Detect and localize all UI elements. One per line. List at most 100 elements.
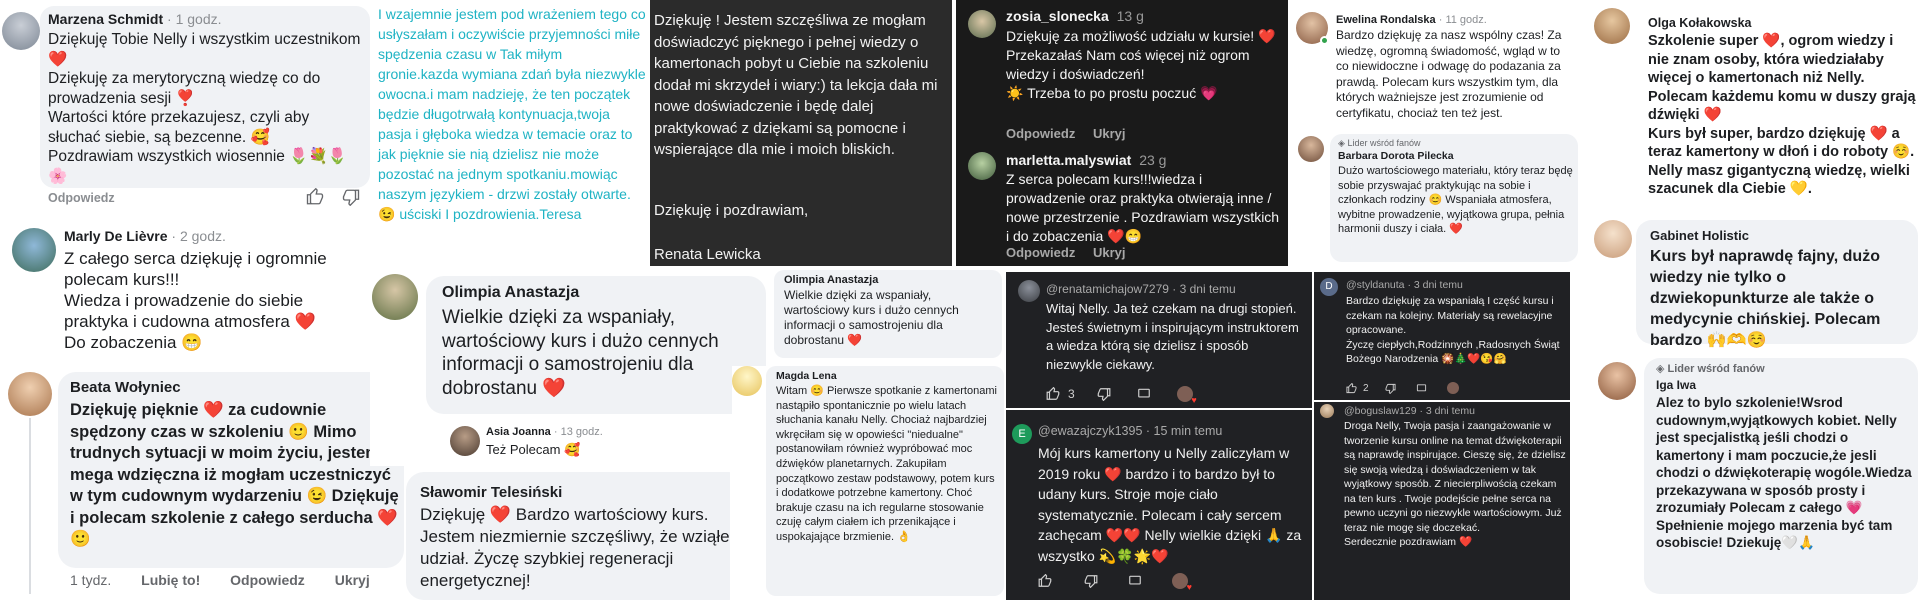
- author-name[interactable]: Marzena Schmidt: [48, 11, 163, 27]
- comment-time[interactable]: · 1 godz.: [167, 11, 221, 27]
- comment-ewelina: Ewelina Rondalska · 11 godz. Bardzo dzię…: [1292, 0, 1580, 268]
- comment-text: Kurs był naprawdę fajny, dużo wiedzy nie…: [1650, 248, 1881, 348]
- creator-heart-icon: [1446, 382, 1459, 394]
- comment-actions: Odpowiedz Ukryj: [1006, 126, 1126, 141]
- author-name[interactable]: Iga Iwa: [1656, 378, 1696, 392]
- comment-gabinet: Gabinet Holistic Kurs był naprawdę fajny…: [1580, 216, 1920, 348]
- comment-yt-styldanuta: D @styldanuta · 3 dni temu Bardzo dzięku…: [1314, 272, 1570, 400]
- comment-olimpia-small: Olimpia Anastazja Wielkie dzięki za wspa…: [772, 270, 1004, 362]
- reply-link[interactable]: Odpowiedz: [230, 572, 305, 588]
- thumbs-down-icon[interactable]: [1385, 383, 1396, 394]
- author-name[interactable]: marletta.malyswiat: [1006, 152, 1131, 168]
- author-name[interactable]: Beata Wołyniec: [70, 379, 181, 396]
- thumbs-up-icon[interactable]: [1046, 387, 1060, 401]
- like-count: 2: [1363, 382, 1369, 394]
- comment-text: Dziękuję ❤️ Bardzo wartościowy kurs. Jes…: [420, 505, 730, 590]
- hide-link[interactable]: Ukryj: [1093, 245, 1126, 260]
- comment-text: Mój kurs kamertony u Nelly zaliczyłam w …: [1038, 445, 1302, 564]
- thumbs-down-icon[interactable]: [1084, 574, 1098, 588]
- author-name[interactable]: Olga Kołakowska: [1648, 16, 1752, 30]
- avatar[interactable]: [8, 372, 52, 416]
- comment-header: marletta.malyswiat 23 g: [1006, 152, 1166, 168]
- comment-text: Dużo wartościowego materiału, który tera…: [1338, 165, 1573, 235]
- author-name[interactable]: Marly De Lièvre: [64, 228, 168, 244]
- avatar[interactable]: [732, 366, 762, 396]
- author-name[interactable]: Magda Lena: [776, 370, 837, 382]
- comment-text: Wielkie dzięki za wspaniały, wartościowy…: [784, 288, 959, 347]
- comment-header: @renatamichajow7279 · 3 dni temu: [1046, 282, 1236, 296]
- avatar[interactable]: [968, 10, 996, 38]
- comment-header: @boguslaw129 · 3 dni temu: [1344, 405, 1475, 417]
- reply-link[interactable]: Odpowiedz: [1006, 126, 1075, 141]
- hide-link[interactable]: Ukryj: [1093, 126, 1126, 141]
- author-name[interactable]: @renatamichajow7279: [1046, 282, 1169, 296]
- avatar[interactable]: [1594, 8, 1630, 44]
- avatar[interactable]: [1594, 220, 1632, 258]
- thumbs-down-icon[interactable]: [1097, 387, 1111, 401]
- author-name[interactable]: Olimpia Anastazja: [442, 284, 579, 302]
- author-name[interactable]: Gabinet Holistic: [1650, 228, 1749, 243]
- comment-marly: Marly De Lièvre · 2 godz. Z całego serca…: [0, 218, 370, 366]
- comment-text: Z całego serca dziękuję i ogromnie polec…: [64, 249, 327, 352]
- author-name[interactable]: @ewazajczyk1395: [1038, 424, 1142, 438]
- online-dot: [1320, 36, 1329, 45]
- thumbs-down-icon[interactable]: [342, 188, 360, 206]
- reply-icon[interactable]: [1137, 387, 1151, 401]
- comment-teresa: I wzajemnie jestem pod wrażeniem tego co…: [372, 0, 650, 255]
- like-link[interactable]: Lubię to!: [141, 572, 200, 588]
- avatar[interactable]: [1018, 280, 1040, 302]
- avatar-initial: D: [1325, 281, 1333, 292]
- avatar[interactable]: [450, 426, 480, 456]
- author-name[interactable]: Olimpia Anastazja: [784, 274, 878, 286]
- avatar[interactable]: [1598, 362, 1636, 400]
- author-name[interactable]: Sławomir Telesiński: [420, 484, 562, 501]
- greeting: Dziękuję i pozdrawiam,: [654, 202, 809, 219]
- author-name[interactable]: @styldanuta: [1346, 279, 1405, 291]
- avatar[interactable]: [372, 274, 418, 320]
- avatar[interactable]: E: [1012, 424, 1032, 444]
- hide-link[interactable]: Ukryj: [335, 572, 370, 588]
- avatar[interactable]: [2, 12, 40, 50]
- reply-link[interactable]: Odpowiedz: [48, 191, 115, 205]
- reply-link[interactable]: Odpowiedz: [1006, 245, 1075, 260]
- fan-badge: ◈ Lider wśród fanów: [1338, 138, 1420, 149]
- like-count: 3: [1068, 387, 1075, 401]
- comment-text: Dziękuję pięknie ❤️ za cudownie spędzony…: [70, 401, 399, 548]
- instagram-comments: zosia_slonecka 13 g Dziękuję za możliwoś…: [956, 0, 1288, 266]
- comment-text: Dziękuję za możliwość udziału w kursie! …: [1006, 28, 1276, 101]
- comment-time: · 2 godz.: [171, 228, 226, 244]
- author-name[interactable]: Asia Joanna: [486, 426, 551, 438]
- diamond-icon: ◈: [1338, 139, 1345, 149]
- comment-time: 23 g: [1139, 152, 1167, 168]
- author-name[interactable]: Barbara Dorota Pilecka: [1338, 150, 1454, 162]
- thumbs-up-icon[interactable]: [306, 188, 324, 206]
- comment-text: I wzajemnie jestem pod wrażeniem tego co…: [378, 6, 646, 222]
- reply-icon[interactable]: [1128, 574, 1142, 588]
- comment-header: Ewelina Rondalska · 11 godz.: [1336, 14, 1487, 26]
- comment-olga: Olga Kołakowska Szkolenie super ❤️, ogro…: [1580, 0, 1920, 215]
- avatar[interactable]: [1298, 136, 1324, 162]
- comment-time: · 15 min temu: [1145, 424, 1223, 438]
- author-name[interactable]: Ewelina Rondalska: [1336, 14, 1436, 26]
- comment-text: Bardzo dziękuję za nasz wspólny czas! Za…: [1336, 28, 1562, 120]
- reply-icon[interactable]: [1416, 383, 1427, 394]
- comment-text: Też Polecam 🥰: [486, 442, 581, 457]
- thumbs-up-icon[interactable]: [1038, 574, 1052, 588]
- avatar[interactable]: D: [1320, 278, 1338, 296]
- comment-time: · 3 dni temu: [1407, 279, 1463, 291]
- comment-text: Z serca polecam kurs!!!wiedza i prowadze…: [1006, 171, 1280, 244]
- author-name[interactable]: zosia_slonecka: [1006, 8, 1109, 24]
- comment-iga: ◈ Lider wśród fanów Iga Iwa Alez to bylo…: [1580, 352, 1920, 600]
- comment-text: Wielkie dzięki za wspaniały, wartościowy…: [442, 307, 719, 399]
- comment-time: 13 g: [1116, 8, 1144, 24]
- comment-actions: 2: [1346, 382, 1459, 394]
- comment-time[interactable]: 1 tydz.: [70, 572, 111, 588]
- avatar[interactable]: [968, 152, 996, 180]
- comment-beata: Beata Wołyniec Dziękuję pięknie ❤️ za cu…: [0, 366, 408, 600]
- avatar[interactable]: [12, 228, 56, 272]
- thread-line: [29, 418, 31, 594]
- avatar[interactable]: [1320, 404, 1334, 418]
- comment-time: · 13 godz.: [553, 426, 603, 438]
- thumbs-up-icon[interactable]: [1346, 382, 1357, 394]
- author-name[interactable]: @boguslaw129: [1344, 405, 1417, 417]
